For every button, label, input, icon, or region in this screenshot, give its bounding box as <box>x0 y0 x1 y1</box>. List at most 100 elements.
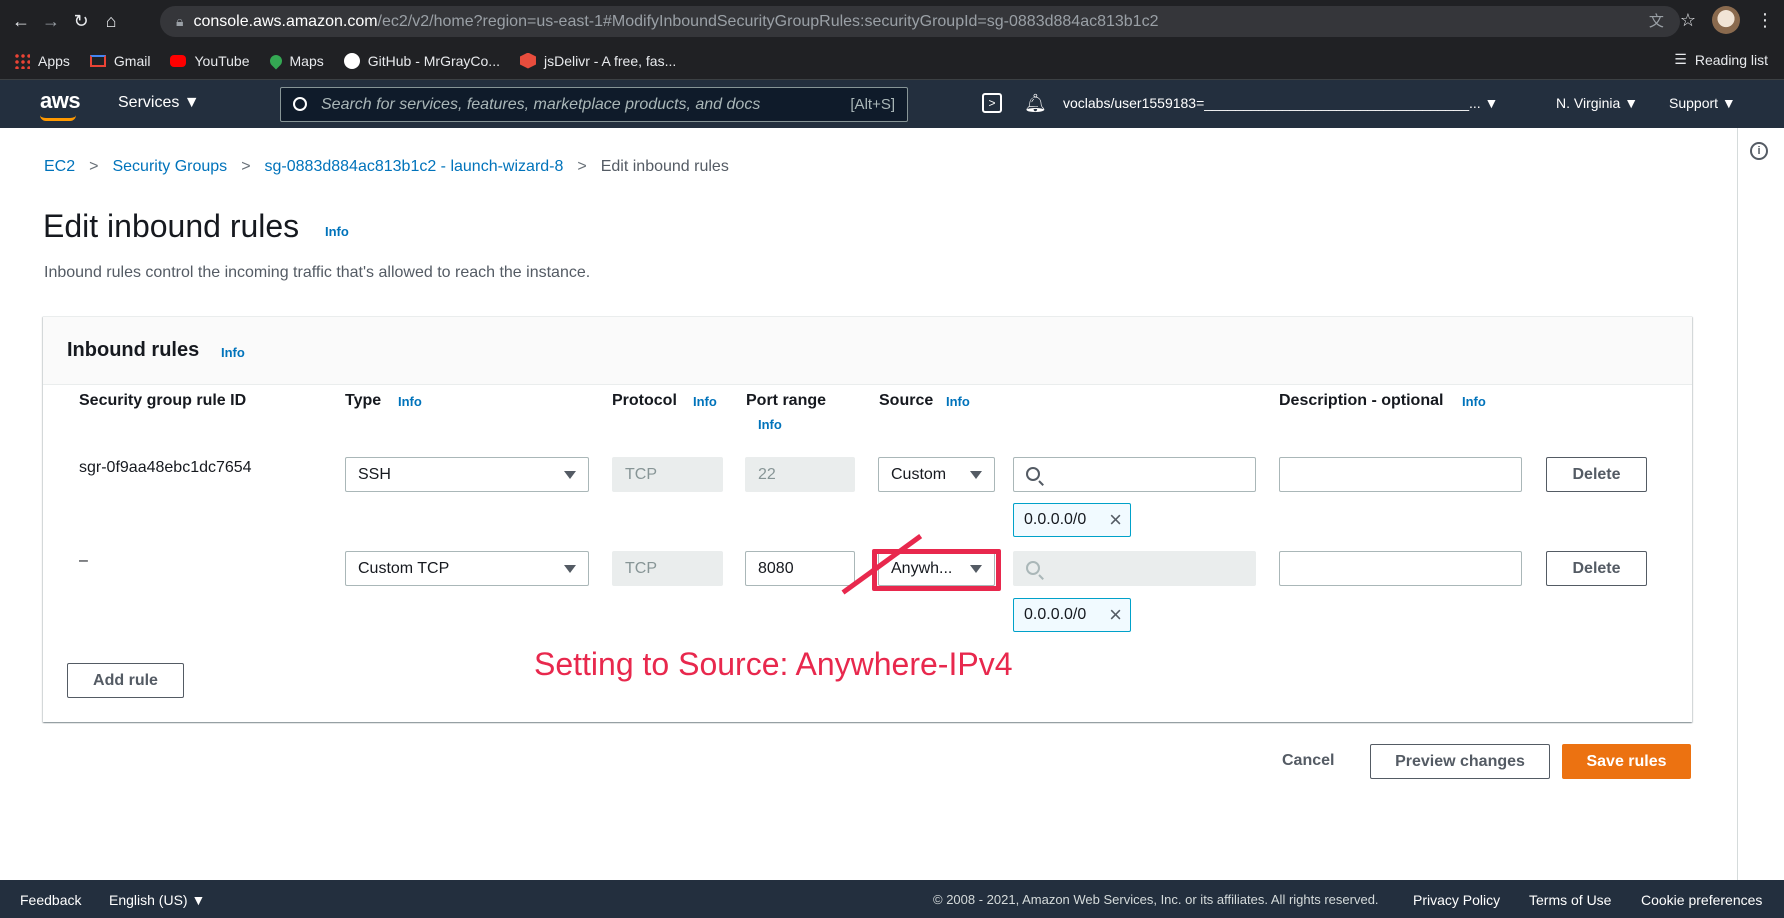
cidr-search-input <box>1013 551 1256 586</box>
breadcrumb-security-group[interactable]: sg-0883d884ac813b1c2 - launch-wizard-8 <box>265 158 564 176</box>
terms-of-use-link[interactable]: Terms of Use <box>1529 892 1611 908</box>
aws-logo[interactable]: aws <box>40 88 81 114</box>
chevron-right-icon: > <box>89 158 99 175</box>
save-rules-button[interactable]: Save rules <box>1562 744 1691 779</box>
star-icon[interactable]: ☆ <box>1680 10 1696 31</box>
type-info-link[interactable]: Info <box>398 394 422 409</box>
cookie-preferences-link[interactable]: Cookie preferences <box>1641 892 1762 908</box>
cloudshell-icon[interactable]: > <box>982 93 1002 113</box>
aws-nav-bar: aws Services ▼ Search for services, feat… <box>0 80 1784 128</box>
delete-rule-button[interactable]: Delete <box>1546 551 1647 586</box>
rule-id: – <box>79 552 88 569</box>
url-host: console.aws.amazon.com <box>193 12 378 30</box>
bookmark-apps[interactable]: Apps <box>14 52 70 69</box>
breadcrumb: EC2 > Security Groups > sg-0883d884ac813… <box>44 158 729 176</box>
col-header-source: Source <box>879 392 934 409</box>
bookmark-label: Gmail <box>113 52 151 69</box>
port-range-info-link[interactable]: Info <box>758 417 782 432</box>
close-icon[interactable]: × <box>1109 599 1122 631</box>
breadcrumb-ec2[interactable]: EC2 <box>44 158 75 176</box>
delete-rule-button[interactable]: Delete <box>1546 457 1647 492</box>
bookmark-gmail[interactable]: Gmail <box>89 52 151 69</box>
source-select[interactable]: Custom <box>878 457 995 492</box>
reading-list-label: Reading list <box>1694 51 1768 68</box>
description-info-link[interactable]: Info <box>1462 394 1486 409</box>
help-panel-rail: i <box>1737 128 1784 880</box>
page-title: Edit inbound rules <box>43 208 300 244</box>
panel-info-link[interactable]: Info <box>221 345 245 360</box>
url-text: console.aws.amazon.com/ec2/v2/home?regio… <box>193 13 1158 31</box>
info-icon[interactable]: i <box>1750 142 1768 160</box>
protocol-field: TCP <box>612 457 723 492</box>
protocol-field: TCP <box>612 551 723 586</box>
language-selector[interactable]: English (US) ▼ <box>109 892 205 908</box>
reading-list-icon: ☰ <box>1674 51 1687 67</box>
github-icon <box>343 52 360 69</box>
type-select[interactable]: Custom TCP <box>345 551 589 586</box>
translate-icon[interactable]: 文 <box>1649 10 1664 31</box>
youtube-icon <box>170 54 187 67</box>
back-arrow-icon[interactable]: ← <box>6 6 36 36</box>
cidr-token-label: 0.0.0.0/0 <box>1024 511 1087 528</box>
search-placeholder: Search for services, features, marketpla… <box>321 95 761 113</box>
col-header-rule-id: Security group rule ID <box>79 392 247 409</box>
browser-toolbar: ← → ↻ ⌂ 🔒︎ console.aws.amazon.com/ec2/v2… <box>0 0 1784 42</box>
search-icon <box>293 97 307 111</box>
bookmark-jsdelivr[interactable]: jsDelivr - A free, fas... <box>519 52 677 69</box>
col-header-description: Description - optional <box>1279 392 1444 409</box>
cidr-token: 0.0.0.0/0 × <box>1013 503 1131 537</box>
home-icon[interactable]: ⌂ <box>96 6 126 36</box>
kebab-menu-icon[interactable]: ⋮ <box>1756 10 1774 31</box>
region-menu[interactable]: N. Virginia ▼ <box>1556 95 1638 111</box>
add-rule-button[interactable]: Add rule <box>67 663 184 698</box>
cancel-button[interactable]: Cancel <box>1282 752 1334 770</box>
support-menu[interactable]: Support ▼ <box>1669 95 1736 111</box>
type-select-value: Custom TCP <box>358 560 450 577</box>
annotation-text: Setting to Source: Anywhere-IPv4 <box>534 646 1013 682</box>
port-range-field[interactable]: 8080 <box>745 551 855 586</box>
lock-icon: 🔒︎ <box>176 13 184 29</box>
bookmark-github[interactable]: GitHub - MrGrayCo... <box>343 52 500 69</box>
browser-actions: 文 ☆ ⋮ <box>1649 6 1774 34</box>
source-select-value: Custom <box>891 466 947 483</box>
preview-changes-button[interactable]: Preview changes <box>1370 744 1550 779</box>
protocol-info-link[interactable]: Info <box>693 394 717 409</box>
caret-down-icon <box>564 565 576 573</box>
reload-icon[interactable]: ↻ <box>66 6 96 36</box>
reading-list-button[interactable]: ☰ Reading list <box>1674 51 1768 68</box>
breadcrumb-security-groups[interactable]: Security Groups <box>112 158 227 176</box>
col-header-protocol: Protocol <box>612 392 677 409</box>
rule-id: sgr-0f9aa48ebc1dc7654 <box>79 459 252 476</box>
account-menu[interactable]: voclabs/user1559183=____________________… <box>1063 95 1498 111</box>
feedback-link[interactable]: Feedback <box>20 892 81 908</box>
page-description: Inbound rules control the incoming traff… <box>44 264 591 281</box>
caret-down-icon <box>564 471 576 479</box>
chevron-right-icon: > <box>577 158 587 175</box>
bookmark-label: Apps <box>38 52 70 69</box>
forward-arrow-icon[interactable]: → <box>36 6 66 36</box>
address-bar[interactable]: 🔒︎ console.aws.amazon.com/ec2/v2/home?re… <box>160 6 1680 37</box>
privacy-policy-link[interactable]: Privacy Policy <box>1413 892 1500 908</box>
type-select[interactable]: SSH <box>345 457 589 492</box>
jsdelivr-icon <box>519 52 536 69</box>
maps-icon <box>267 52 284 69</box>
source-info-link[interactable]: Info <box>946 394 970 409</box>
col-header-type: Type <box>345 392 382 409</box>
search-input[interactable]: Search for services, features, marketpla… <box>280 87 908 122</box>
avatar[interactable] <box>1712 6 1740 34</box>
page-info-link[interactable]: Info <box>325 224 349 239</box>
bookmark-youtube[interactable]: YouTube <box>170 53 250 69</box>
port-range-field: 22 <box>745 457 855 492</box>
caret-down-icon <box>970 471 982 479</box>
bookmark-label: jsDelivr - A free, fas... <box>543 52 677 69</box>
type-select-value: SSH <box>358 466 391 483</box>
services-menu[interactable]: Services ▼ <box>118 94 200 112</box>
aws-smile-icon <box>40 115 76 121</box>
description-field[interactable] <box>1279 551 1522 586</box>
bell-icon[interactable]: 🔔︎ <box>1024 93 1047 114</box>
cidr-search-input[interactable] <box>1013 457 1256 492</box>
description-field[interactable] <box>1279 457 1522 492</box>
close-icon[interactable]: × <box>1109 504 1122 536</box>
apps-grid-icon <box>14 52 30 69</box>
bookmark-maps[interactable]: Maps <box>267 52 324 69</box>
